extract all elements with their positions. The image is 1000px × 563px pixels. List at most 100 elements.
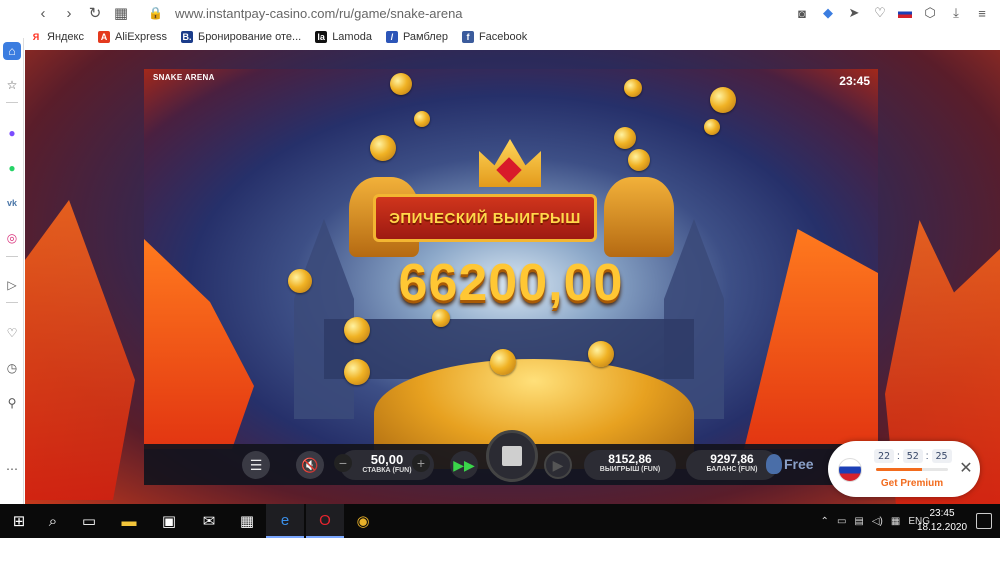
menu-button[interactable]: ☰ (242, 451, 270, 479)
taskbar-date: 18.12.2020 (916, 522, 968, 533)
sidebar-divider (6, 302, 18, 303)
taskbar-time: 23:45 (929, 508, 955, 519)
menu-icon[interactable]: ≡ (974, 5, 990, 21)
search-icon[interactable]: ⌕ (34, 504, 72, 538)
coin-icon (628, 149, 650, 171)
star-icon[interactable]: ☆ (3, 76, 21, 94)
windows-start-icon[interactable]: ⊞ (0, 504, 38, 538)
coin-icon (414, 111, 430, 127)
heart-icon[interactable]: ♡ (3, 324, 21, 342)
turbo-button[interactable]: ▶▶ (450, 451, 478, 479)
facebook-icon: f (461, 31, 474, 43)
browser-toolbar: ‹ › ↻ ▦ 🔒 www.instantpay-casino.com/ru/g… (0, 0, 1000, 26)
autoplay-button[interactable]: ▶ (544, 451, 572, 479)
task-view-icon[interactable]: ▭ (70, 504, 108, 538)
flame-mascot-icon (766, 454, 782, 474)
address-bar[interactable]: 🔒 www.instantpay-casino.com/ru/game/snak… (148, 6, 463, 21)
send-icon[interactable]: ➤ (846, 5, 862, 21)
chrome-icon[interactable]: ◉ (344, 504, 382, 538)
hamburger-icon: ☰ (249, 456, 263, 473)
back-icon[interactable]: ‹ (30, 0, 56, 26)
coin-icon (704, 119, 720, 135)
mail-icon[interactable]: ✉ (190, 504, 228, 538)
win-banner-text: ЭПИЧЕСКИЙ ВЫИГРЫШ (389, 209, 581, 227)
get-premium-button[interactable]: Get Premium (876, 478, 948, 489)
coin-icon (432, 309, 450, 327)
fast-forward-icon: ▶▶ (453, 456, 475, 473)
notification-icon[interactable] (976, 513, 992, 529)
more-icon[interactable]: ⋯ (3, 460, 21, 478)
whatsapp-icon[interactable]: ● (3, 159, 21, 177)
premium-progress-bar (876, 468, 948, 471)
calculator-icon[interactable]: ▦ (228, 504, 266, 538)
win-value: 8152,86 (608, 452, 652, 466)
keyboard-icon[interactable]: ▦ (891, 516, 900, 527)
stop-icon (502, 446, 522, 466)
heart-icon[interactable]: ♡ (872, 5, 888, 21)
forward-icon[interactable]: › (56, 0, 82, 26)
balance-display: 9297,86 БАЛАНС (FUN) (686, 450, 778, 480)
timer-hours: 22 (874, 449, 894, 463)
sidebar-divider (6, 256, 18, 257)
player-icon[interactable]: ▷ (3, 276, 21, 294)
edge-icon[interactable]: e (266, 504, 304, 538)
bet-increase-button[interactable]: + (412, 454, 430, 472)
win-display: 8152,86 ВЫИГРЫШ (FUN) (584, 450, 676, 480)
big-win-amount: 66200,00 (398, 254, 624, 312)
taskbar-clock[interactable]: 23:45 18.12.2020 (914, 507, 970, 535)
battery-icon[interactable]: ▭ (837, 516, 846, 527)
bookmark-rambler[interactable]: / Рамблер (385, 31, 448, 43)
camera-icon[interactable]: ◙ (794, 5, 810, 21)
bookmark-facebook[interactable]: f Facebook (461, 31, 527, 43)
game-clock: 23:45 (839, 74, 870, 88)
file-explorer-icon[interactable]: ▬ (110, 504, 148, 538)
messenger-icon[interactable]: ● (3, 124, 21, 142)
bookmark-yandex[interactable]: Я Яндекс (30, 31, 84, 43)
balance-value: 9297,86 (710, 452, 754, 466)
bookmark-booking[interactable]: B. Бронирование оте... (180, 31, 301, 43)
free-label: Free (784, 456, 814, 472)
coin-icon (390, 73, 412, 95)
download-icon[interactable]: ⤓ (948, 5, 964, 21)
bookmark-lamoda[interactable]: la Lamoda (315, 31, 372, 43)
history-icon[interactable]: ◷ (3, 359, 21, 377)
booking-icon: B. (180, 31, 193, 43)
spin-button[interactable] (486, 430, 538, 482)
volume-icon[interactable]: ◁) (872, 516, 883, 527)
url-text: www.instantpay-casino.com/ru/game/snake-… (174, 5, 463, 21)
store-icon[interactable]: ▣ (150, 504, 188, 538)
premium-widget[interactable]: 22 : 52 : 25 Get Premium ✕ (828, 441, 980, 497)
lock-icon: 🔒 (148, 6, 163, 20)
mute-button[interactable]: 🔇 (296, 451, 324, 479)
shield-icon[interactable]: ◆ (820, 5, 836, 21)
coin-icon (624, 79, 642, 97)
close-icon[interactable]: ✕ (958, 460, 974, 477)
coin-icon (710, 87, 736, 113)
flag-icon[interactable] (898, 8, 912, 18)
network-icon[interactable]: ▤ (854, 516, 863, 527)
opera-icon[interactable]: O (306, 504, 344, 538)
instagram-icon[interactable]: ◎ (3, 229, 21, 247)
coin-icon (588, 341, 614, 367)
tray-expand-icon[interactable]: ⌃ (821, 516, 829, 527)
bulb-icon[interactable]: ⚲ (3, 394, 21, 412)
timer-minutes: 52 (902, 449, 923, 463)
windows-taskbar: ⊞ ⌕ ▭ ▬ ▣ ✉ ▦ e O ◉ ⌃ ▭ ▤ ◁) ▦ ENG 23:45… (0, 504, 1000, 538)
bet-decrease-button[interactable]: − (334, 454, 352, 472)
home-icon[interactable]: ⌂ (3, 42, 21, 60)
vk-icon[interactable]: vk (3, 194, 21, 212)
premium-progress-fill (876, 468, 923, 471)
coin-icon (614, 127, 636, 149)
tabs-grid-icon[interactable]: ▦ (108, 0, 134, 26)
cube-icon[interactable]: ⬡ (922, 5, 938, 21)
bookmark-aliexpress[interactable]: A AliExpress (98, 31, 167, 43)
lamoda-icon: la (315, 31, 328, 43)
yandex-icon: Я (32, 32, 40, 42)
screen-bottom (0, 538, 1000, 563)
win-banner: ЭПИЧЕСКИЙ ВЫИГРЫШ (373, 194, 597, 242)
game-canvas[interactable]: SNAKE ARENA 23:45 ЭПИЧЕСКИЙ ВЫИГРЫШ 6620… (144, 69, 878, 485)
dragon-head-right (604, 177, 674, 257)
rambler-icon: / (385, 31, 398, 43)
game-title: SNAKE ARENA (153, 73, 215, 82)
reload-icon[interactable]: ↻ (82, 0, 108, 26)
